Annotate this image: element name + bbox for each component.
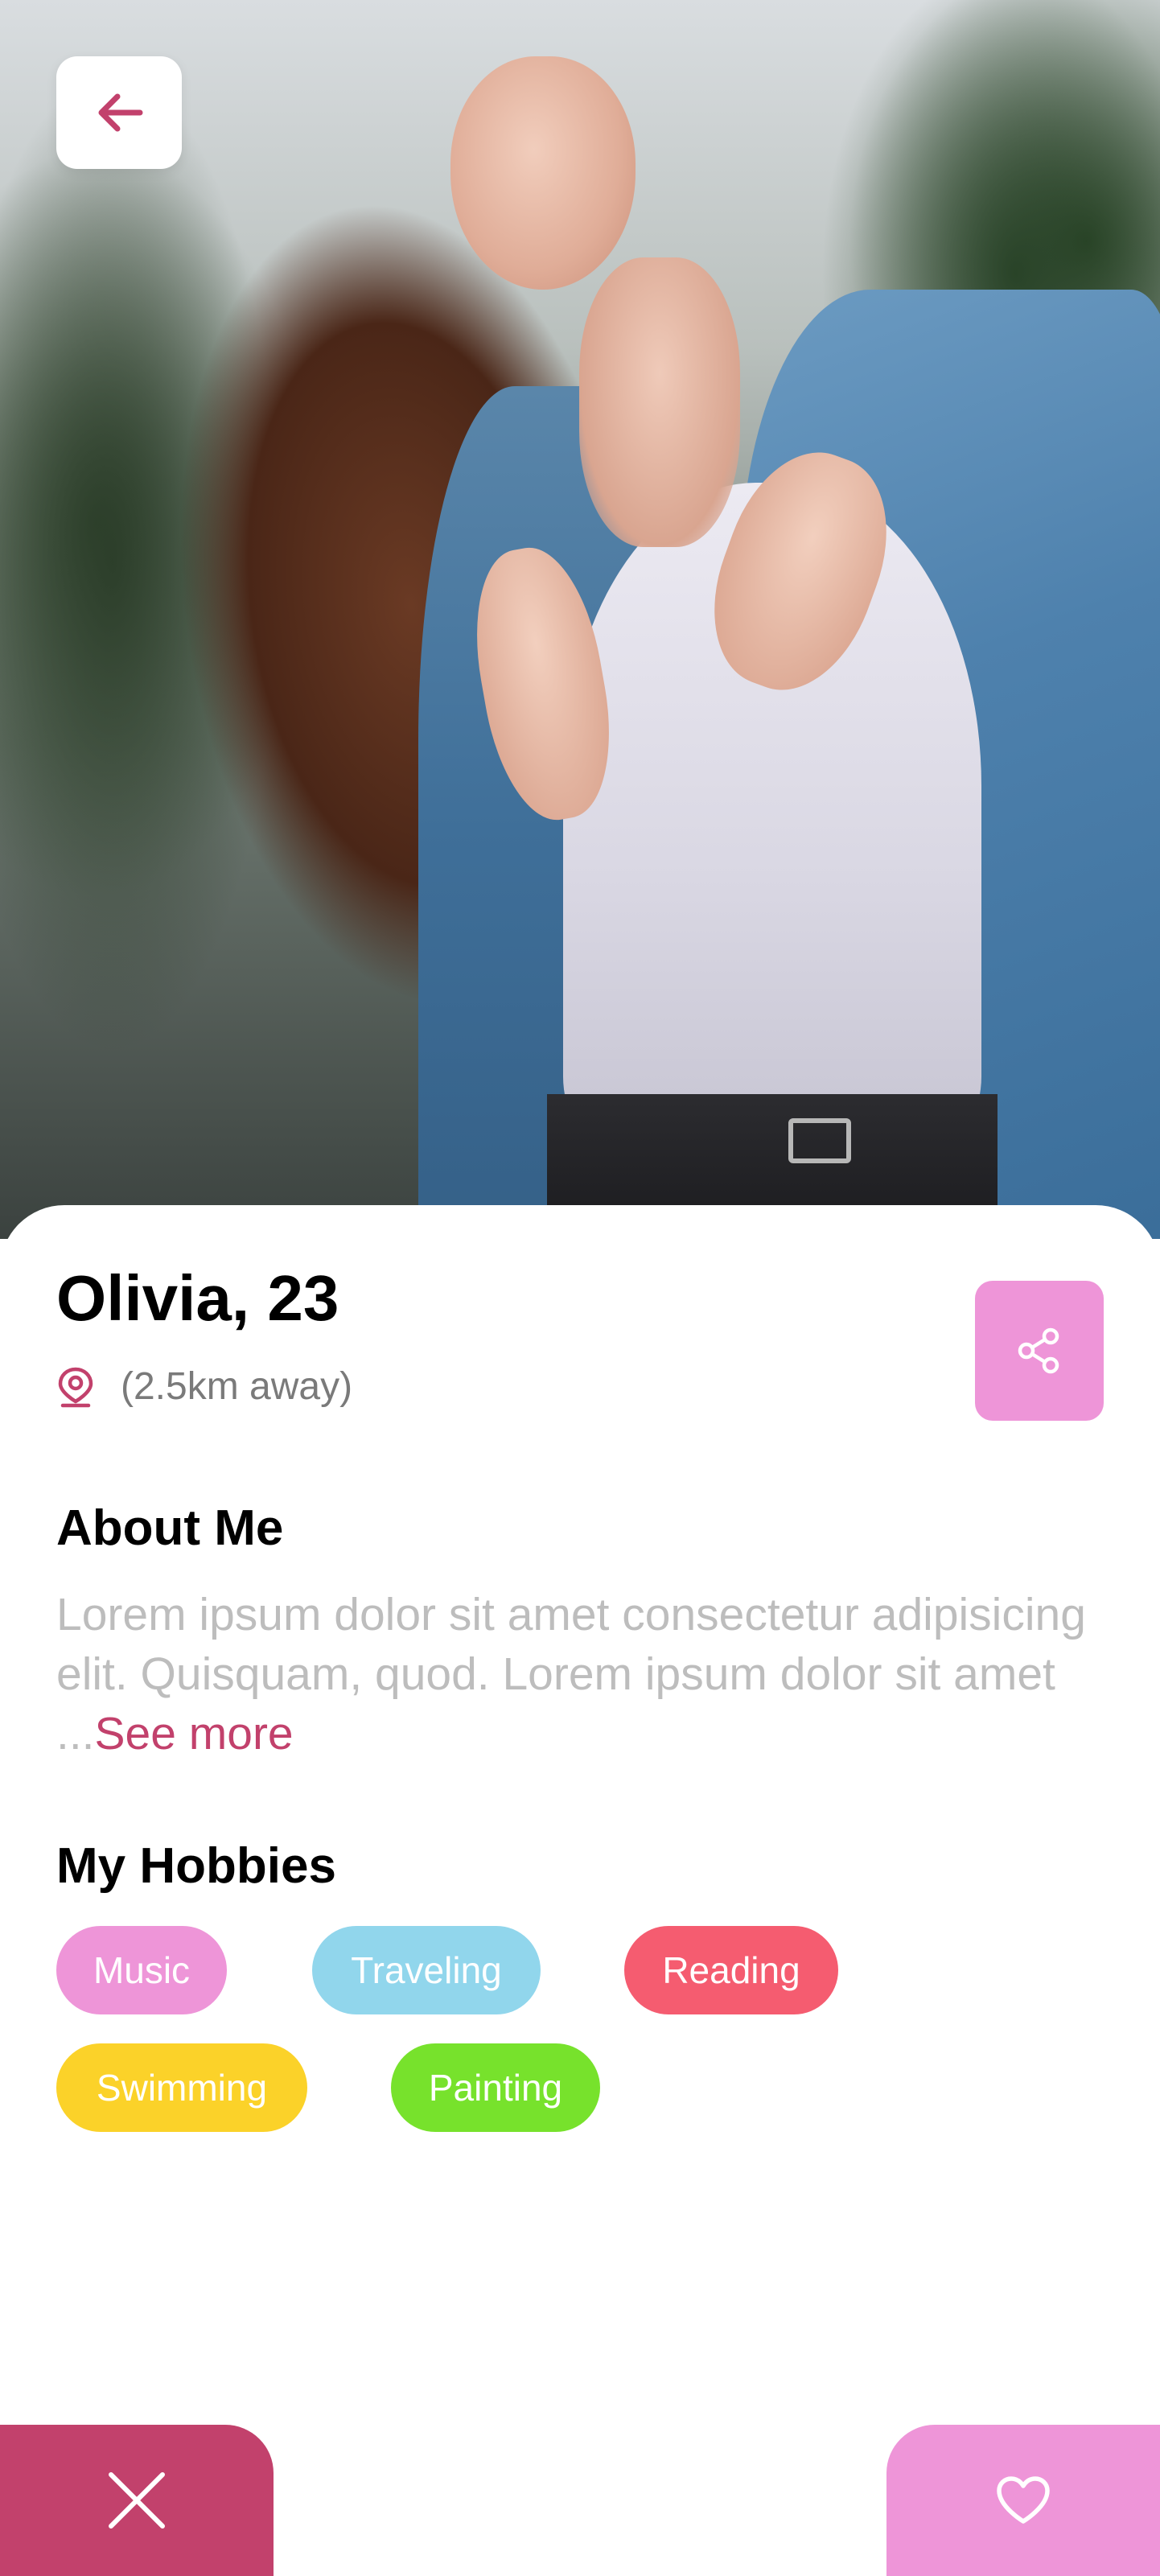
hobby-chip-label: Reading [662, 1949, 800, 1991]
photo-belt-buckle [788, 1118, 851, 1163]
profile-photo [0, 0, 1160, 1239]
back-button[interactable] [56, 56, 182, 169]
profile-screen: Olivia, 23 (2.5km away) About Me Lorem i… [0, 0, 1160, 2576]
profile-details: Olivia, 23 (2.5km away) About Me Lorem i… [0, 1205, 1160, 2576]
heart-icon [997, 2476, 1050, 2524]
share-icon [1018, 1327, 1059, 1374]
profile-name-age: Olivia, 23 [56, 1262, 339, 1334]
location-pin-icon [58, 1367, 93, 1408]
hobby-chip-label: Traveling [351, 1949, 502, 1991]
hobby-chip-reading[interactable]: Reading [624, 1926, 838, 2014]
hobby-chip-traveling[interactable]: Traveling [312, 1926, 541, 2014]
hobby-chip-label: Music [93, 1949, 191, 1991]
see-more-link[interactable]: See more [95, 1708, 294, 1759]
profile-location: (2.5km away) [56, 1364, 352, 1409]
like-button[interactable] [886, 2425, 1160, 2576]
hobby-chip-swimming[interactable]: Swimming [56, 2043, 307, 2132]
photo-neck [579, 257, 740, 547]
about-title: About Me [56, 1500, 284, 1556]
hobby-chip-label: Painting [428, 2067, 563, 2109]
profile-distance: (2.5km away) [121, 1365, 353, 1408]
hobby-chip-painting[interactable]: Painting [391, 2043, 600, 2132]
close-icon [109, 2472, 165, 2529]
hobby-chip-music[interactable]: Music [56, 1926, 227, 2014]
arrow-left-icon [98, 93, 143, 132]
about-text: Lorem ipsum dolor sit amet consectetur a… [56, 1585, 1118, 1763]
reject-button[interactable] [0, 2425, 274, 2576]
hobbies-title: My Hobbies [56, 1838, 336, 1894]
photo-face [450, 56, 636, 290]
hobby-chip-label: Swimming [96, 2067, 268, 2109]
share-button[interactable] [975, 1281, 1104, 1421]
